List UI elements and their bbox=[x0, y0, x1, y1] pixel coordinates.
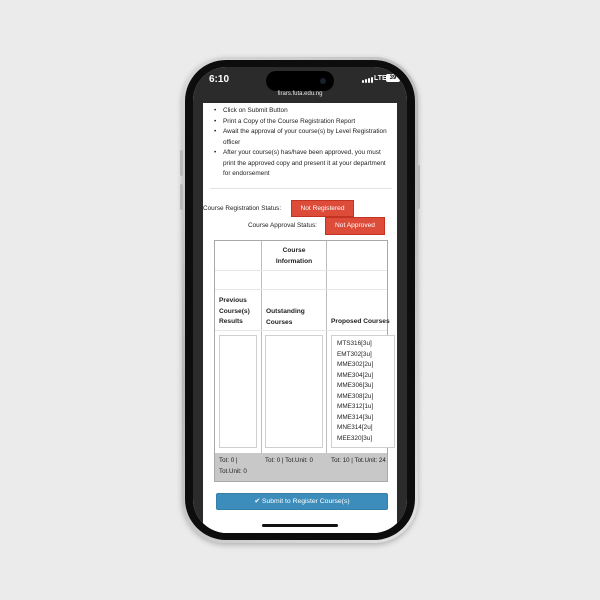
camera-icon bbox=[320, 78, 326, 84]
total-previous: Tot: 0 | Tot.Unit: 0 bbox=[219, 457, 247, 475]
registration-status-label: Course Registration Status: bbox=[203, 205, 282, 212]
proposed-course-item: MTS316[3u] bbox=[337, 340, 372, 347]
power-button bbox=[417, 165, 420, 209]
proposed-course-item: MEE320[3u] bbox=[337, 434, 373, 442]
divider bbox=[210, 188, 392, 189]
proposed-courses: MTS316[3u] EMT302[3u] MME302[2u] MME304[2u]… bbox=[337, 339, 373, 444]
totals-row: Tot: 0 | Tot.Unit: 0 Tot: 0 | Tot.Unit: … bbox=[215, 453, 387, 481]
proposed-course-item: MME308[2u] bbox=[337, 392, 374, 400]
page-gutter-left bbox=[193, 103, 203, 533]
home-indicator[interactable] bbox=[262, 524, 338, 527]
battery-icon: 39 bbox=[386, 74, 400, 82]
instruction-item: Await the approval of your course(s) by … bbox=[213, 127, 393, 148]
column-header-proposed: Proposed Courses bbox=[331, 318, 390, 325]
submit-register-button[interactable]: ✔ Submit to Register Course(s) bbox=[216, 493, 388, 510]
status-bar: 6:10 LTE 39 firars.futa.edu.ng bbox=[193, 67, 407, 103]
registration-status-badge: Not Registered bbox=[291, 200, 354, 217]
proposed-course-item: MME304[2u] bbox=[337, 371, 374, 379]
outstanding-courses-list[interactable] bbox=[265, 335, 323, 448]
registration-page: Click on Submit Button Print a Copy of t… bbox=[203, 103, 397, 533]
previous-courses-list[interactable] bbox=[219, 335, 257, 448]
page-gutter-right bbox=[397, 103, 407, 533]
course-information-header: Course Information bbox=[275, 247, 313, 265]
address-bar[interactable]: firars.futa.edu.ng bbox=[193, 91, 407, 97]
instruction-item: Click on Submit Button bbox=[213, 106, 393, 117]
signal-icon bbox=[362, 77, 373, 83]
proposed-course-item: MME306[3u] bbox=[337, 382, 374, 389]
approval-status-label: Course Approval Status: bbox=[248, 222, 317, 229]
row-divider bbox=[215, 330, 387, 331]
volume-down-button bbox=[180, 184, 183, 210]
proposed-course-item: MME314[3u] bbox=[337, 413, 374, 421]
submit-label: Submit to Register Course(s) bbox=[261, 498, 350, 505]
instruction-item: After your course(s) has/have been appro… bbox=[213, 148, 393, 180]
network-type: LTE bbox=[374, 75, 387, 82]
course-table: Course Information Previous Course(s) Re… bbox=[214, 240, 395, 482]
total-proposed: Tot: 10 | Tot.Unit: 24 bbox=[331, 457, 386, 464]
clock: 6:10 bbox=[209, 74, 230, 85]
volume-up-button bbox=[180, 150, 183, 176]
proposed-course-item: MME302[2u] bbox=[337, 361, 374, 368]
instruction-list: Click on Submit Button Print a Copy of t… bbox=[213, 106, 393, 180]
dynamic-island bbox=[266, 71, 334, 91]
row-divider bbox=[215, 270, 387, 271]
column-header-previous: Previous Course(s) Results bbox=[219, 297, 250, 325]
proposed-course-item: MNE314[2u] bbox=[337, 424, 373, 431]
proposed-courses-list[interactable]: MTS316[3u] EMT302[3u] MME302[2u] MME304[2u]… bbox=[331, 335, 395, 448]
row-divider bbox=[215, 289, 387, 290]
check-icon: ✔ bbox=[254, 498, 261, 505]
column-divider bbox=[261, 241, 262, 481]
total-outstanding: Tot: 0 | Tot.Unit: 0 bbox=[265, 457, 313, 464]
instruction-item: Print a Copy of the Course Registration … bbox=[213, 117, 393, 128]
proposed-course-item: EMT302[3u] bbox=[337, 350, 372, 358]
phone-screen: 6:10 LTE 39 firars.futa.edu.ng Click on … bbox=[193, 67, 407, 533]
column-header-outstanding: Outstanding Courses bbox=[266, 308, 305, 326]
approval-status-badge: Not Approved bbox=[325, 217, 385, 235]
proposed-course-item: MME312[1u] bbox=[337, 403, 374, 410]
column-divider bbox=[326, 241, 327, 481]
